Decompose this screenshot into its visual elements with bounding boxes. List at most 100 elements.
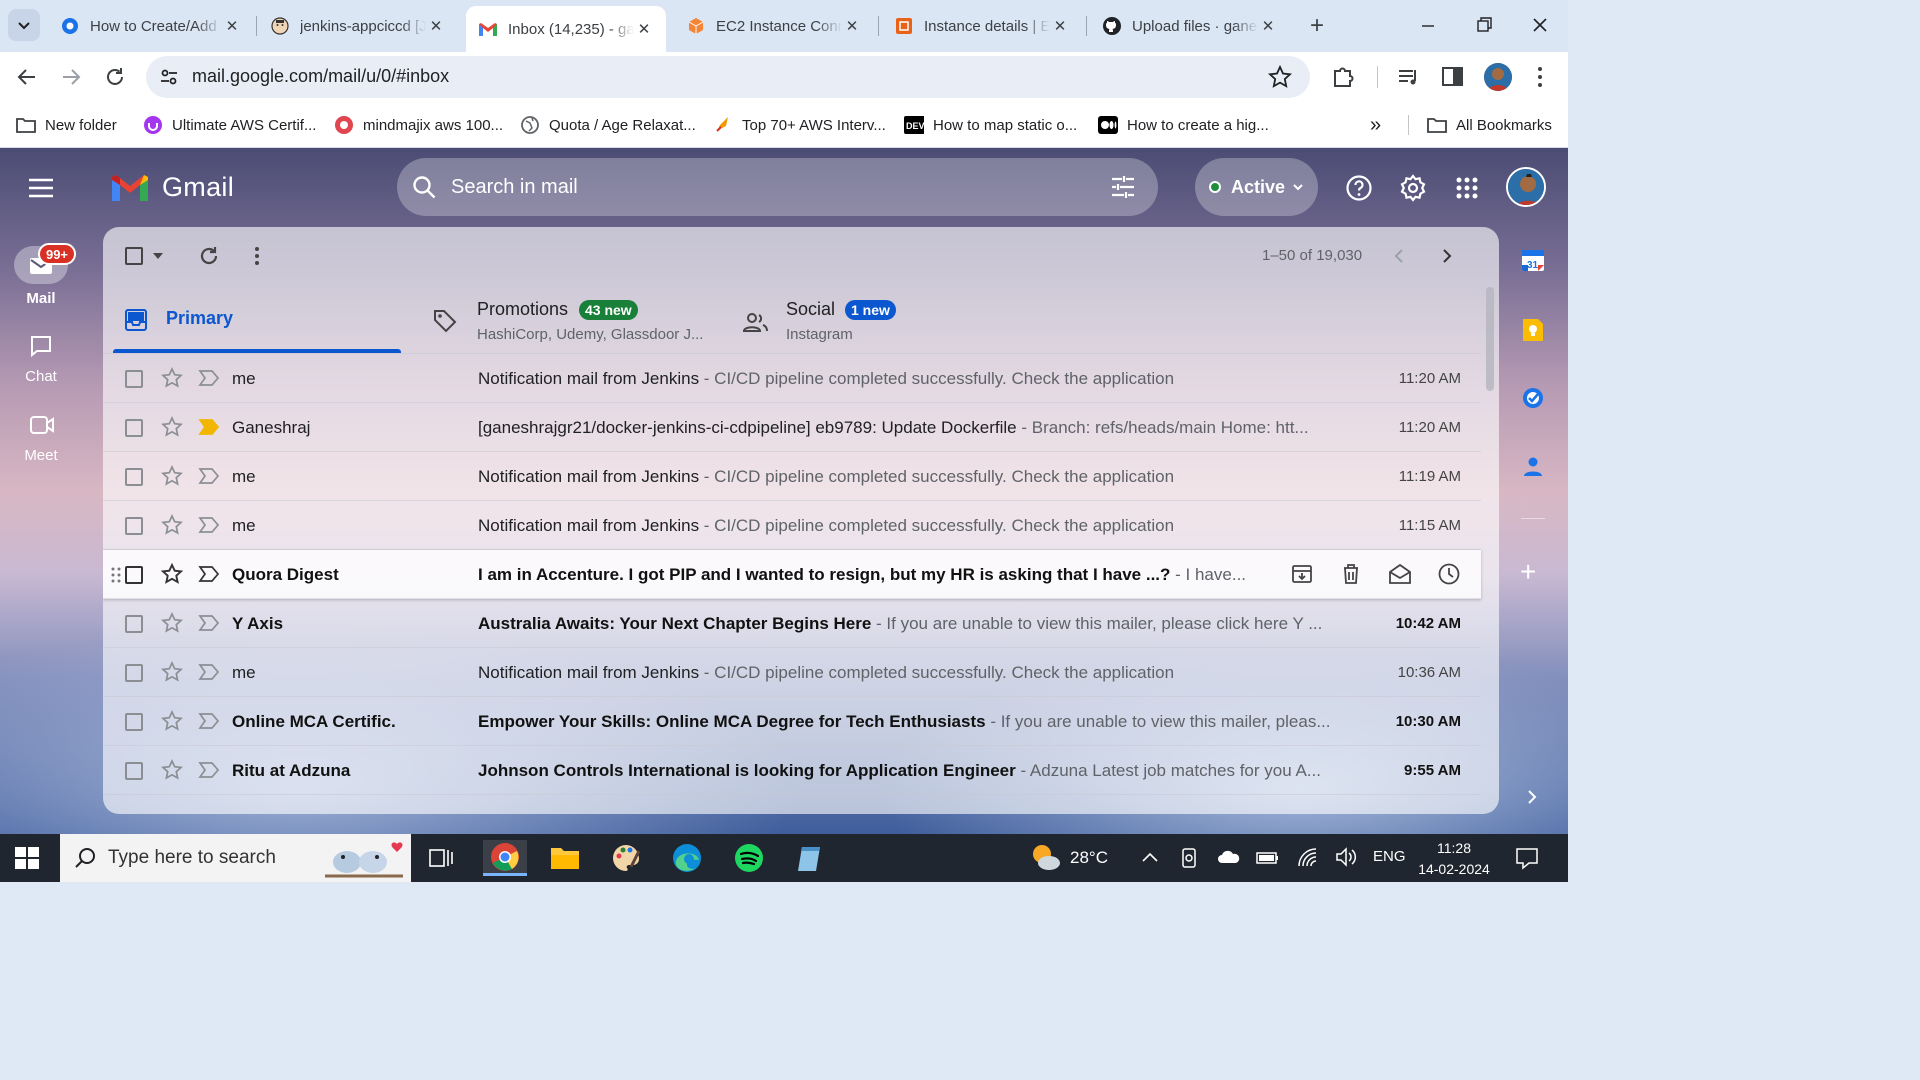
close-icon[interactable]: ✕ — [634, 19, 654, 39]
extensions-button[interactable] — [1330, 64, 1356, 90]
star-icon[interactable] — [161, 759, 183, 781]
email-checkbox[interactable] — [125, 615, 143, 633]
wifi-icon[interactable] — [1296, 846, 1318, 868]
email-checkbox[interactable] — [125, 419, 143, 437]
star-icon[interactable] — [161, 465, 183, 487]
newer-button[interactable] — [1391, 246, 1407, 266]
browser-menu-button[interactable] — [1528, 64, 1552, 90]
task-view-button[interactable] — [428, 846, 454, 870]
bookmark-star-button[interactable] — [1268, 65, 1292, 89]
archive-icon[interactable] — [1290, 562, 1314, 586]
reload-button[interactable] — [102, 64, 128, 90]
back-button[interactable] — [14, 64, 40, 90]
onedrive-icon[interactable] — [1217, 849, 1241, 865]
site-settings-icon[interactable] — [158, 66, 180, 88]
volume-icon[interactable] — [1335, 847, 1357, 867]
email-row[interactable]: Y Axis Australia Awaits: Your Next Chapte… — [103, 599, 1481, 648]
browser-tab[interactable]: Upload files · gane ✕ — [1090, 6, 1290, 46]
minimize-button[interactable] — [1410, 12, 1446, 40]
important-marker-icon[interactable] — [198, 711, 220, 731]
email-row[interactable]: me Notification mail from Jenkins - CI/CD… — [103, 452, 1481, 501]
search-options-icon[interactable] — [1110, 175, 1136, 199]
settings-button[interactable] — [1399, 174, 1427, 202]
email-checkbox[interactable] — [125, 713, 143, 731]
nav-chat-button[interactable] — [29, 334, 53, 358]
tab-promotions[interactable]: Promotions 43 new HashiCorp, Udemy, Glas… — [423, 289, 713, 353]
nav-meet-button[interactable] — [29, 413, 55, 437]
new-tab-button[interactable]: + — [1302, 12, 1332, 40]
important-marker-icon[interactable] — [198, 515, 220, 535]
bookmark-item[interactable]: DEV How to map static o... — [904, 112, 1077, 138]
language-indicator[interactable]: ENG — [1373, 848, 1406, 865]
browser-tab[interactable]: Instance details | E ✕ — [882, 6, 1082, 46]
address-bar[interactable]: mail.google.com/mail/u/0/#inbox — [146, 56, 1310, 98]
taskbar-spotify[interactable] — [727, 840, 771, 876]
clock[interactable]: 11:28 14-02-2024 — [1412, 838, 1496, 880]
email-checkbox[interactable] — [125, 517, 143, 535]
star-icon[interactable] — [161, 612, 183, 634]
important-marker-icon[interactable] — [198, 662, 220, 682]
close-icon[interactable]: ✕ — [1050, 16, 1070, 36]
snooze-clock-icon[interactable] — [1437, 562, 1461, 586]
email-row[interactable]: me Notification mail from Jenkins - CI/CD… — [103, 501, 1481, 550]
email-checkbox[interactable] — [125, 468, 143, 486]
email-row[interactable]: Quora Digest I am in Accenture. I got PIP… — [103, 550, 1481, 599]
google-apps-button[interactable] — [1455, 176, 1479, 200]
weather-temp[interactable]: 28°C — [1070, 848, 1108, 868]
tab-social[interactable]: Social 1 new Instagram — [733, 289, 1023, 353]
taskbar-chrome[interactable] — [483, 840, 527, 876]
important-marker-icon[interactable] — [198, 564, 220, 584]
get-addons-button[interactable]: + — [1520, 558, 1536, 586]
browser-tab[interactable]: EC2 Instance Conn ✕ — [674, 6, 874, 46]
tab-primary[interactable]: Primary — [113, 289, 401, 353]
taskbar-notepad[interactable] — [788, 840, 832, 876]
device-tray-icon[interactable] — [1180, 847, 1198, 869]
taskbar-search-box[interactable]: Type here to search — [60, 834, 411, 882]
bookmark-item[interactable]: Ultimate AWS Certif... — [143, 112, 316, 138]
start-button[interactable] — [14, 846, 40, 870]
forward-button[interactable] — [58, 64, 84, 90]
media-control-button[interactable] — [1396, 64, 1422, 90]
browser-tab[interactable]: jenkins-appciccd [J ✕ — [258, 6, 458, 46]
taskbar-search-input[interactable]: Type here to search — [108, 847, 276, 869]
email-row[interactable]: me Notification mail from Jenkins - CI/CD… — [103, 648, 1481, 697]
battery-icon[interactable] — [1256, 850, 1280, 866]
calendar-app-button[interactable]: 31 — [1521, 248, 1545, 272]
browser-tab[interactable]: How to Create/Add ✕ — [48, 6, 254, 46]
mark-unread-icon[interactable] — [1388, 562, 1412, 586]
bookmark-item[interactable]: New folder — [16, 112, 117, 138]
url-text[interactable]: mail.google.com/mail/u/0/#inbox — [192, 66, 449, 87]
keep-app-button[interactable] — [1521, 318, 1545, 342]
close-icon[interactable]: ✕ — [426, 16, 446, 36]
close-icon[interactable]: ✕ — [222, 16, 242, 36]
close-icon[interactable]: ✕ — [842, 16, 862, 36]
email-checkbox[interactable] — [125, 566, 143, 584]
gmail-logo[interactable]: Gmail — [110, 172, 234, 203]
tab-search-button[interactable] — [8, 9, 40, 41]
select-menu-button[interactable] — [152, 251, 164, 261]
star-icon[interactable] — [161, 661, 183, 683]
bookmark-item[interactable]: Quota / Age Relaxat... — [520, 112, 696, 138]
important-marker-icon[interactable] — [198, 760, 220, 780]
important-marker-icon[interactable] — [198, 466, 220, 486]
important-marker-icon[interactable] — [198, 368, 220, 388]
search-icon[interactable] — [412, 175, 438, 201]
bookmark-item[interactable]: Top 70+ AWS Interv... — [713, 112, 886, 138]
show-hidden-icons-button[interactable] — [1141, 850, 1159, 864]
refresh-button[interactable] — [197, 244, 221, 268]
older-button[interactable] — [1439, 246, 1455, 266]
taskbar-paint[interactable] — [604, 840, 648, 876]
select-all-checkbox[interactable] — [125, 247, 143, 265]
trash-icon[interactable] — [1339, 562, 1363, 586]
list-scrollbar[interactable] — [1486, 287, 1494, 391]
star-icon[interactable] — [161, 710, 183, 732]
email-row[interactable]: Ritu at Adzuna Johnson Controls Internati… — [103, 746, 1481, 795]
weather-widget[interactable] — [1030, 842, 1062, 872]
side-panel-button[interactable] — [1440, 64, 1466, 90]
show-side-panel-button[interactable] — [1525, 788, 1539, 806]
taskbar-edge[interactable] — [665, 840, 709, 876]
taskbar-file-explorer[interactable] — [543, 840, 587, 876]
email-checkbox[interactable] — [125, 664, 143, 682]
contacts-app-button[interactable] — [1521, 454, 1545, 478]
support-button[interactable] — [1345, 174, 1373, 202]
